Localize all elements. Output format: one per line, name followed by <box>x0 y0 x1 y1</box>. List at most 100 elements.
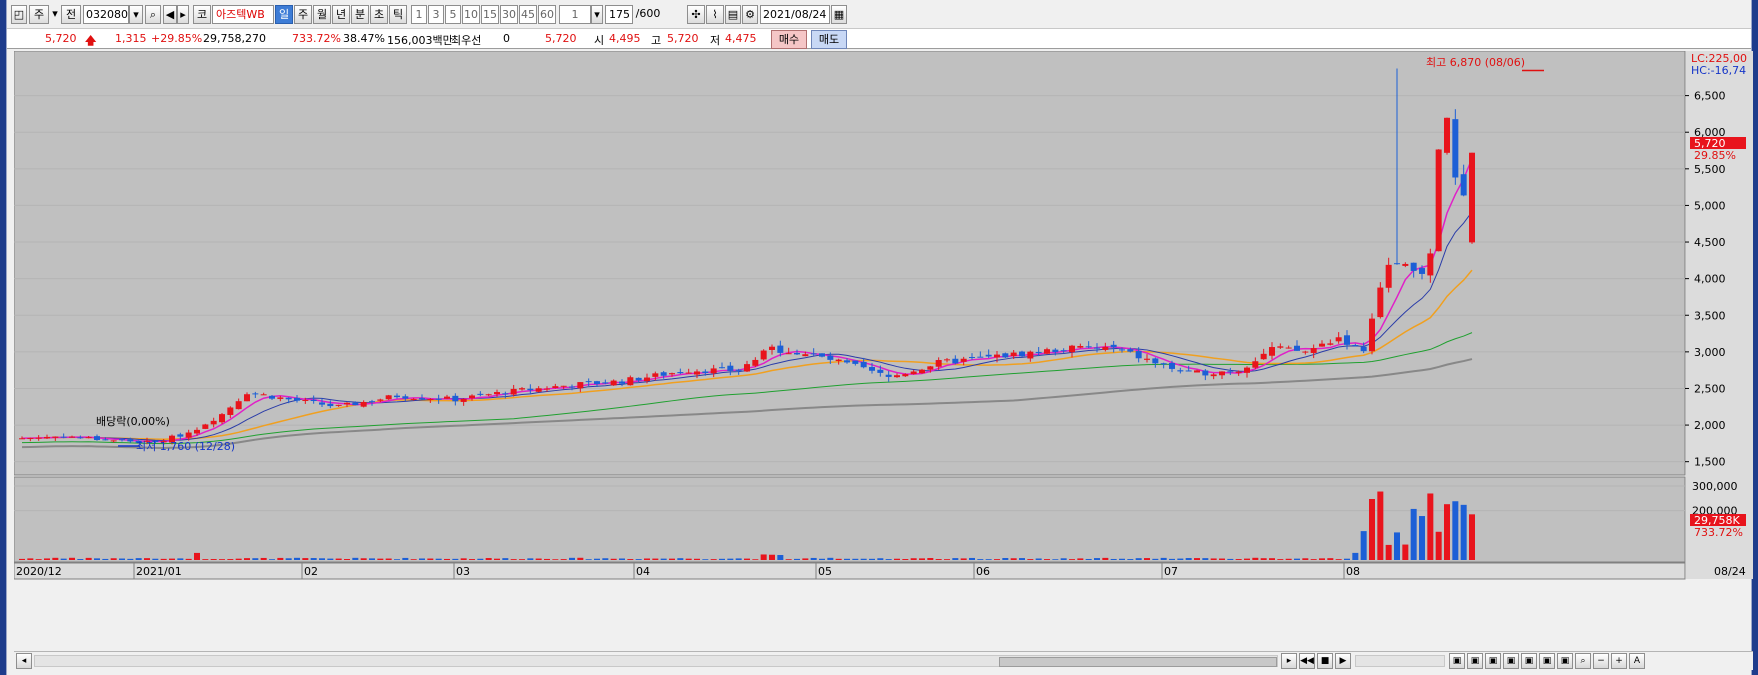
candle-body <box>644 377 650 382</box>
buy-button[interactable]: 매수 <box>771 30 807 49</box>
stop-icon[interactable]: ■ <box>1317 653 1333 669</box>
volume-bar <box>1002 558 1009 560</box>
volume-bar <box>752 559 759 560</box>
gear-icon[interactable]: ⚙ <box>742 5 758 24</box>
candle-body <box>919 369 925 374</box>
stock-name-field[interactable]: 아즈텍WB <box>212 5 274 24</box>
date-input[interactable]: 2021/08/24 <box>760 5 830 24</box>
tab-tick[interactable]: 틱 <box>389 5 407 24</box>
minute-45[interactable]: 45 <box>519 5 537 24</box>
layout-icon[interactable]: ◰ <box>11 5 27 24</box>
volume-bar <box>985 559 992 560</box>
candle-body <box>1460 174 1467 196</box>
candle-body <box>1327 343 1334 345</box>
scroll-track[interactable] <box>34 655 1278 667</box>
minute-3[interactable]: 3 <box>428 5 444 24</box>
scroll-left-icon[interactable]: ◂ <box>16 653 32 669</box>
market-button[interactable]: 코 <box>193 5 211 24</box>
candle-body <box>1335 337 1342 342</box>
tab-day[interactable]: 일 <box>275 5 293 24</box>
candle-body <box>1010 352 1017 357</box>
speed-track[interactable] <box>1355 655 1445 667</box>
tab-minute[interactable]: 분 <box>351 5 369 24</box>
layout3-icon[interactable]: ▣ <box>1485 653 1501 669</box>
candle-body <box>1110 344 1117 348</box>
rewind-icon[interactable]: ◀◀ <box>1299 653 1315 669</box>
layout5-icon[interactable]: ▣ <box>1521 653 1537 669</box>
pattern-icon[interactable]: ⌇ <box>706 5 724 24</box>
volume-bar <box>52 557 59 560</box>
priority-price: 5,720 <box>545 32 577 45</box>
code-dropdown-icon[interactable]: ▾ <box>129 5 143 24</box>
candle-body <box>269 395 275 399</box>
zoom-out-icon[interactable]: − <box>1593 653 1609 669</box>
volume-bar <box>569 557 575 560</box>
volume-bar <box>802 558 809 560</box>
volume-bar <box>1169 558 1175 560</box>
volume-bar <box>494 558 500 560</box>
text-icon[interactable]: A <box>1629 653 1645 669</box>
tab-week[interactable]: 주 <box>294 5 312 24</box>
candle-body <box>352 402 359 406</box>
volume-bar <box>377 558 384 560</box>
horizontal-scrollbar[interactable]: ◂ ▸ ◀◀ ■ ▶ ▣ ▣ ▣ ▣ ▣ ▣ ▣ ⌕ − + A <box>14 651 1753 670</box>
date-label: 08/24 <box>1714 565 1746 578</box>
date-label: 2020/12 <box>16 565 62 578</box>
candle-body <box>719 367 725 369</box>
layout2-icon[interactable]: ▣ <box>1467 653 1483 669</box>
layout4-icon[interactable]: ▣ <box>1503 653 1519 669</box>
volume-value: 29,758,270 <box>203 32 266 45</box>
scroll-thumb[interactable] <box>999 657 1277 667</box>
save-icon[interactable]: ▤ <box>725 5 741 24</box>
tab-year[interactable]: 년 <box>332 5 350 24</box>
minute-15[interactable]: 15 <box>481 5 499 24</box>
price-chart[interactable]: 6,5006,0005,5005,0004,5004,0003,5003,000… <box>14 51 1753 649</box>
layout7-icon[interactable]: ▣ <box>1557 653 1573 669</box>
volume-bar <box>1019 558 1025 560</box>
volume-bar <box>44 558 50 560</box>
scroll-right-icon[interactable]: ▸ <box>1281 653 1297 669</box>
candle-body <box>302 399 309 401</box>
layout6-icon[interactable]: ▣ <box>1539 653 1555 669</box>
count-input[interactable]: 175 <box>605 5 633 24</box>
chevron-down-icon[interactable]: ▾ <box>51 5 59 24</box>
zoom-icon[interactable]: ⌕ <box>1575 653 1591 669</box>
sell-button[interactable]: 매도 <box>811 30 847 49</box>
next-stock-icon[interactable]: ▸ <box>177 5 189 24</box>
candle-body <box>802 354 809 357</box>
volume-bar <box>760 554 767 560</box>
stock-code-input[interactable]: 032080 <box>83 5 129 24</box>
minute-30[interactable]: 30 <box>500 5 518 24</box>
crosshair-icon[interactable]: ✣ <box>687 5 705 24</box>
layout1-icon[interactable]: ▣ <box>1449 653 1465 669</box>
minute-60[interactable]: 60 <box>538 5 556 24</box>
minute-1[interactable]: 1 <box>411 5 427 24</box>
volume-bar <box>652 558 659 560</box>
period-button[interactable]: 주 <box>29 5 49 24</box>
interval-dropdown-icon[interactable]: ▾ <box>591 5 603 24</box>
volume-bar <box>1402 544 1409 560</box>
volume-bar <box>1127 559 1134 560</box>
chart-area[interactable]: 6,500 6,000 5,500 5,000 4,500 4,000 3,500 3,000… <box>14 51 1753 649</box>
zoom-in-icon[interactable]: + <box>1611 653 1627 669</box>
play-icon[interactable]: ▶ <box>1335 653 1351 669</box>
candle-body <box>652 373 659 377</box>
search-icon[interactable]: ⌕ <box>145 5 161 24</box>
prev-stock-icon[interactable]: ◀ <box>163 5 177 24</box>
volume-bar <box>560 559 567 560</box>
tab-second[interactable]: 초 <box>370 5 388 24</box>
volume-bar <box>19 558 25 560</box>
candle-body <box>1127 349 1134 352</box>
volume-bar <box>85 557 92 560</box>
candle-body <box>519 388 525 390</box>
volume-bar <box>902 559 909 560</box>
jeon-button[interactable]: 전 <box>61 5 81 24</box>
candle-body <box>1260 353 1267 360</box>
minute-5[interactable]: 5 <box>445 5 461 24</box>
tab-month[interactable]: 월 <box>313 5 331 24</box>
minute-10[interactable]: 10 <box>462 5 480 24</box>
volume-bar <box>835 558 842 560</box>
candle-body <box>1319 343 1325 347</box>
calendar-icon[interactable]: ▦ <box>831 5 847 24</box>
interval-select[interactable]: 1 <box>559 5 591 24</box>
